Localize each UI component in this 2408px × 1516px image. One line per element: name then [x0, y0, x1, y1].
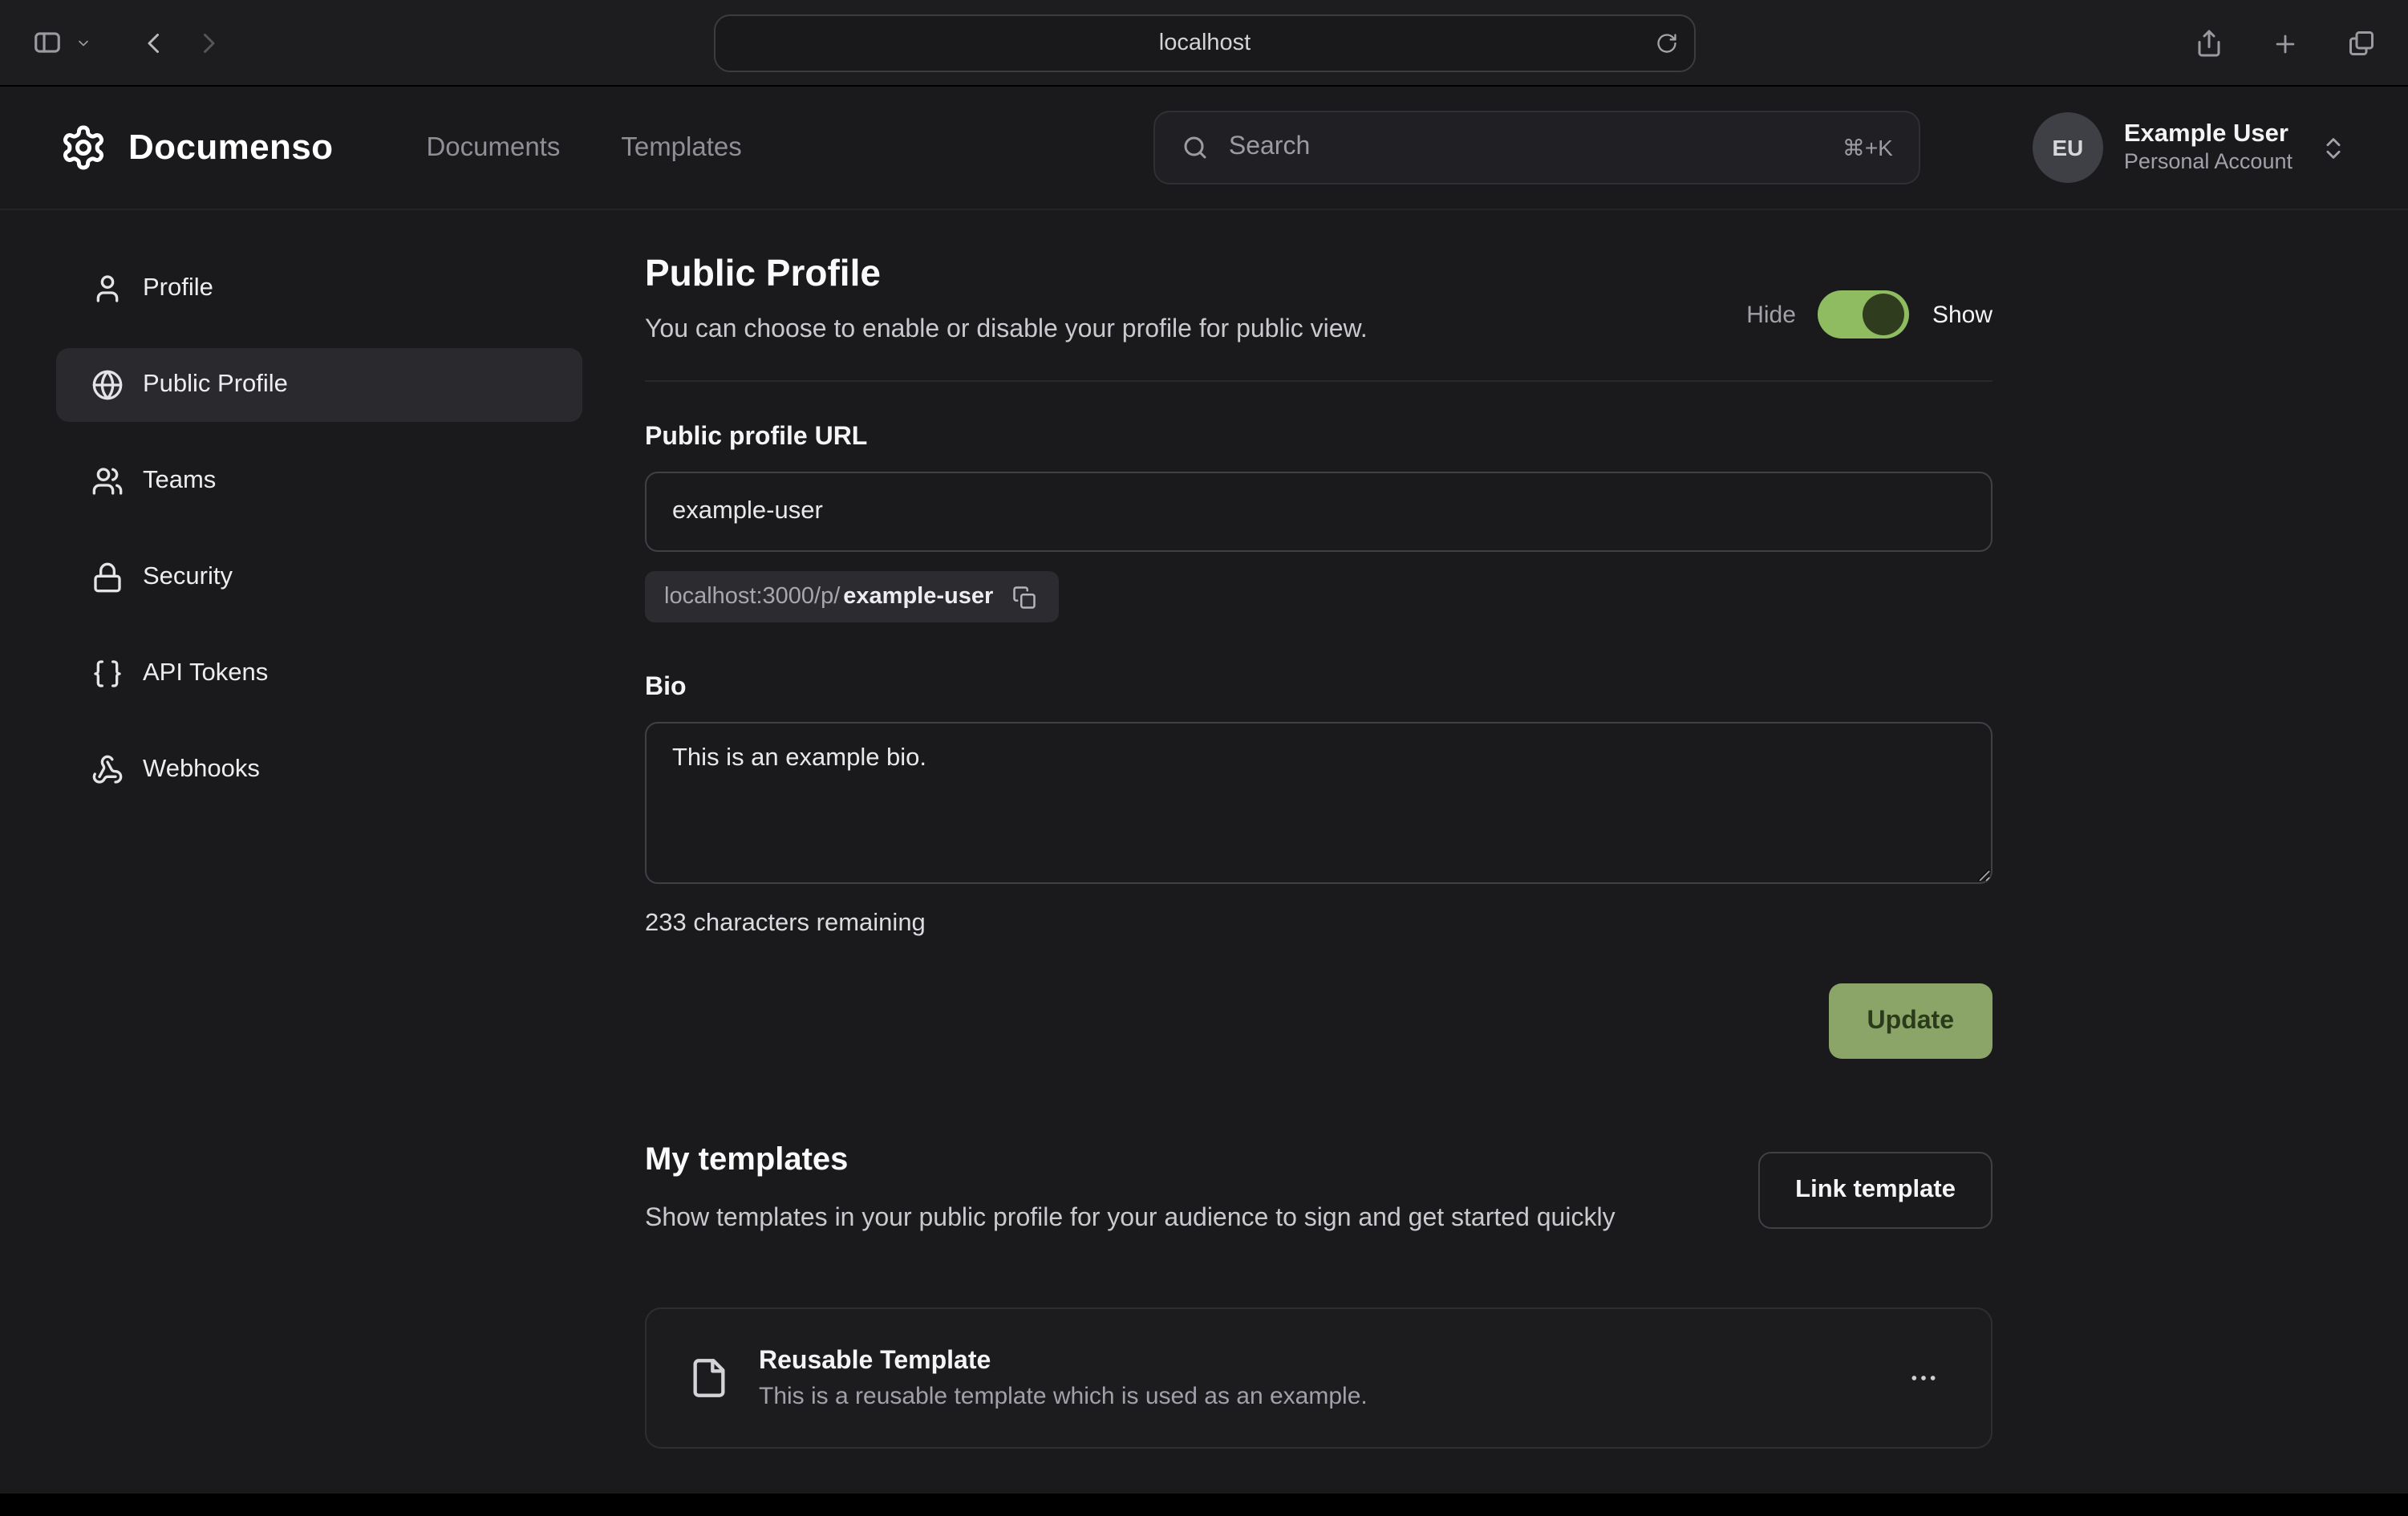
my-templates-title: My templates	[645, 1142, 1615, 1179]
my-templates-description: Show templates in your public profile fo…	[645, 1198, 1615, 1241]
template-more-button[interactable]	[1898, 1353, 1949, 1405]
link-template-button[interactable]: Link template	[1758, 1152, 1992, 1229]
sidebar-item-label: API Tokens	[143, 659, 268, 688]
show-label: Show	[1932, 301, 1992, 328]
chevron-right-icon	[194, 28, 223, 57]
plus-icon	[2272, 30, 2299, 57]
brand-logo[interactable]: Documenso	[59, 124, 333, 172]
chevron-left-icon	[140, 28, 168, 57]
browser-address-bar[interactable]: localhost	[714, 14, 1696, 72]
profile-link-slug: example-user	[843, 584, 993, 610]
page-title: Public Profile	[645, 252, 1368, 295]
lock-icon	[91, 561, 124, 594]
account-type: Personal Account	[2124, 150, 2292, 177]
chevron-down-icon[interactable]	[75, 34, 91, 51]
bio-label: Bio	[645, 674, 1992, 703]
ellipsis-icon	[1907, 1363, 1940, 1395]
sidebar-item-label: Profile	[143, 274, 213, 303]
update-button[interactable]: Update	[1829, 983, 1992, 1059]
browser-sidebar-toggle-button[interactable]	[26, 21, 69, 64]
reload-icon	[1656, 32, 1678, 55]
webhook-icon	[91, 754, 124, 786]
search-input[interactable]	[1229, 133, 1823, 162]
template-card: Reusable Template This is a reusable tem…	[645, 1308, 1992, 1449]
profile-link-prefix: localhost:3000/p/	[664, 584, 840, 610]
main-nav: Documents Templates	[426, 132, 741, 163]
avatar: EU	[2033, 112, 2103, 183]
toggle-knob	[1863, 294, 1905, 335]
file-icon	[688, 1358, 730, 1400]
sidebar-item-profile[interactable]: Profile	[56, 252, 582, 326]
user-icon	[91, 273, 124, 305]
chevrons-up-down-icon	[2320, 134, 2347, 161]
browser-back-button[interactable]	[133, 22, 175, 63]
sidebar-item-security[interactable]: Security	[56, 541, 582, 614]
nav-templates[interactable]: Templates	[621, 132, 741, 163]
browser-tab-overview-button[interactable]	[2341, 22, 2382, 64]
browser-forward-button[interactable]	[188, 22, 229, 63]
account-menu-trigger[interactable]: EU Example User Personal Account	[2033, 112, 2347, 183]
sidebar-item-label: Teams	[143, 467, 216, 496]
template-description: This is a reusable template which is use…	[759, 1380, 1368, 1413]
browser-new-tab-button[interactable]	[2265, 23, 2305, 63]
url-text: localhost	[1159, 30, 1251, 56]
profile-visibility-toggle[interactable]	[1818, 290, 1910, 338]
sidebar-item-label: Security	[143, 563, 233, 592]
settings-content: Public Profile You can choose to enable …	[645, 252, 1992, 1449]
profile-link-pill: localhost:3000/p/ example-user	[645, 571, 1059, 622]
hide-label: Hide	[1746, 301, 1796, 328]
nav-documents[interactable]: Documents	[426, 132, 560, 163]
bio-textarea[interactable]	[645, 722, 1992, 884]
window-bottom-edge	[0, 1494, 2408, 1516]
account-name: Example User	[2124, 119, 2292, 150]
sidebar-item-label: Public Profile	[143, 371, 288, 399]
public-url-input[interactable]	[645, 472, 1992, 552]
page-subtitle: You can choose to enable or disable your…	[645, 316, 1368, 345]
braces-icon	[91, 658, 124, 690]
documenso-logo-icon	[59, 124, 107, 172]
visibility-toggle-group: Hide Show	[1746, 290, 1992, 338]
sidebar-icon	[32, 27, 63, 58]
browser-chrome: localhost	[0, 0, 2408, 87]
settings-sidebar: Profile Public Profile Teams Security	[56, 252, 582, 1449]
copy-link-button[interactable]	[1009, 582, 1040, 612]
sidebar-item-webhooks[interactable]: Webhooks	[56, 733, 582, 807]
users-icon	[91, 465, 124, 497]
section-divider	[645, 380, 1992, 382]
sidebar-item-public-profile[interactable]: Public Profile	[56, 348, 582, 422]
sidebar-item-api-tokens[interactable]: API Tokens	[56, 637, 582, 711]
globe-icon	[91, 369, 124, 401]
browser-reload-button[interactable]	[1656, 32, 1678, 55]
chars-remaining: 233 characters remaining	[645, 910, 1992, 938]
browser-share-button[interactable]	[2188, 22, 2230, 64]
copy-icon	[1012, 585, 1036, 609]
share-icon	[2195, 29, 2224, 58]
search-icon	[1181, 133, 1210, 162]
template-title: Reusable Template	[759, 1344, 1368, 1380]
app-header: Documenso Documents Templates ⌘+K EU Exa…	[0, 87, 2408, 210]
sidebar-item-label: Webhooks	[143, 756, 260, 784]
global-search[interactable]: ⌘+K	[1153, 111, 1920, 184]
brand-name: Documenso	[128, 127, 333, 168]
sidebar-item-teams[interactable]: Teams	[56, 444, 582, 518]
public-url-label: Public profile URL	[645, 424, 1992, 452]
tabs-icon	[2347, 29, 2376, 58]
search-shortcut: ⌘+K	[1842, 134, 1893, 161]
window: localhost Documenso Documents Templates	[0, 0, 2408, 1516]
